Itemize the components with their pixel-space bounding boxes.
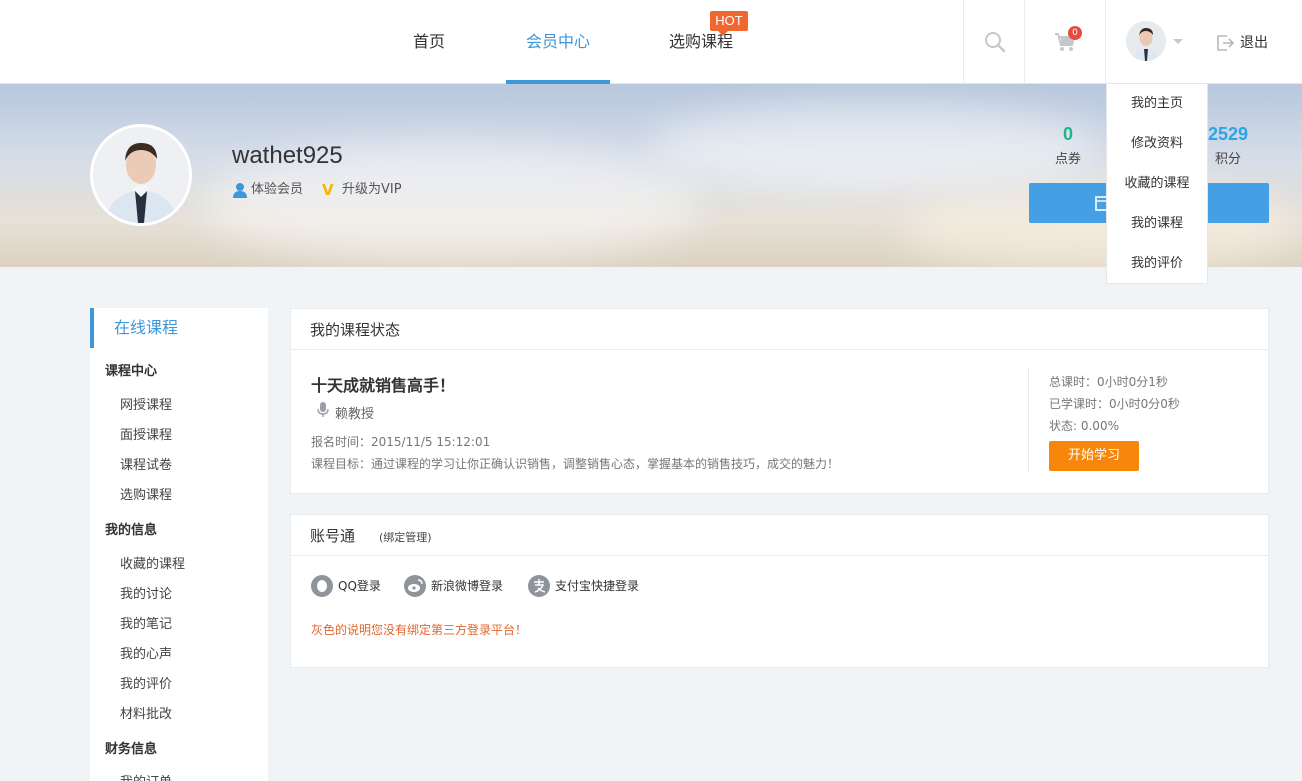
weibo-login[interactable]: 新浪微博登录 xyxy=(404,575,503,597)
learned-time: 已学课时：0小时0分0秒 xyxy=(1049,397,1180,411)
dropdown-my-courses[interactable]: 我的课程 xyxy=(1107,214,1207,234)
upgrade-vip-link[interactable]: V 升级为VIP xyxy=(322,181,402,199)
coupon-value: 0 xyxy=(1063,124,1074,144)
alipay-login-label: 支付宝快捷登录 xyxy=(555,579,640,593)
top-header: 首页 会员中心 选购课程 HOT 0 退出 xyxy=(0,0,1302,84)
binding-notice: 灰色的说明您没有绑定第三方登录平台！ xyxy=(311,623,528,637)
qq-login-label: QQ登录 xyxy=(338,579,381,593)
dropdown-favorite-courses[interactable]: 收藏的课程 xyxy=(1107,174,1207,194)
divider xyxy=(291,349,1268,350)
dropdown-my-home[interactable]: 我的主页 xyxy=(1107,94,1207,114)
start-learning-button[interactable]: 开始学习 xyxy=(1049,441,1139,471)
course-status-panel: 我的课程状态 十天成就销售高手！ 赖教授 报名时间：2015/11/5 15:1… xyxy=(290,308,1269,494)
alipay-icon xyxy=(528,575,550,597)
points-value: 2529 xyxy=(1208,124,1249,144)
dropdown-my-reviews[interactable]: 我的评价 xyxy=(1107,254,1207,274)
nav-home[interactable]: 首页 xyxy=(396,0,462,84)
profile-avatar-image xyxy=(93,127,189,223)
sidebar-item-orders[interactable]: 我的订单 xyxy=(120,771,172,781)
sidebar-item-reviews[interactable]: 我的评价 xyxy=(120,673,172,692)
nav-member-center[interactable]: 会员中心 xyxy=(506,0,610,84)
sidebar-title[interactable]: 在线课程 xyxy=(90,308,268,348)
chevron-down-icon[interactable] xyxy=(1172,38,1184,46)
course-progress-status: 状态: 0.00% xyxy=(1049,419,1119,433)
alipay-login[interactable]: 支付宝快捷登录 xyxy=(528,575,639,597)
signup-time: 报名时间：2015/11/5 15:12:01 xyxy=(311,435,491,449)
dropdown-edit-profile[interactable]: 修改资料 xyxy=(1107,134,1207,154)
user-icon xyxy=(233,183,247,198)
search-button[interactable] xyxy=(963,0,1025,84)
total-time: 总课时：0小时0分1秒 xyxy=(1049,375,1168,389)
profile-avatar xyxy=(90,124,192,226)
member-type-label: 体验会员 xyxy=(251,182,304,197)
logout-label: 退出 xyxy=(1240,35,1268,51)
course-teacher: 赖教授 xyxy=(335,407,375,422)
weibo-login-label: 新浪微博登录 xyxy=(431,579,504,593)
account-title: 账号通 xyxy=(310,527,356,545)
cart-count-badge: 0 xyxy=(1068,26,1082,40)
sidebar-item-course-exams[interactable]: 课程试卷 xyxy=(120,454,172,473)
microphone-icon xyxy=(317,402,329,417)
search-icon xyxy=(985,32,1006,53)
qq-icon xyxy=(311,575,333,597)
avatar-image xyxy=(1126,21,1166,61)
sidebar-item-online-courses[interactable]: 网授课程 xyxy=(120,394,172,413)
sidebar-item-material-review[interactable]: 材料批改 xyxy=(120,703,172,722)
account-binding-panel: 账号通 (绑定管理) QQ登录 新浪微博登录 支付宝快捷登录 灰色的说明您没有绑… xyxy=(290,514,1269,668)
qq-login[interactable]: QQ登录 xyxy=(311,575,381,597)
sidebar-group-finance: 财务信息 xyxy=(105,742,158,757)
sidebar-item-notes[interactable]: 我的笔记 xyxy=(120,613,172,632)
divider xyxy=(291,555,1268,556)
course-status-title: 我的课程状态 xyxy=(310,321,401,339)
upgrade-vip-label: 升级为VIP xyxy=(342,182,402,197)
logout-icon xyxy=(1217,35,1235,51)
header-divider xyxy=(1105,0,1106,84)
sidebar-item-buy-courses[interactable]: 选购课程 xyxy=(120,484,172,503)
weibo-icon xyxy=(404,575,426,597)
sidebar-item-offline-courses[interactable]: 面授课程 xyxy=(120,424,172,443)
member-type: 体验会员 xyxy=(232,181,303,199)
points-label: 积分 xyxy=(1215,152,1242,167)
cart-button[interactable] xyxy=(1024,0,1106,84)
sidebar: 在线课程 课程中心 网授课程 面授课程 课程试卷 选购课程 我的信息 收藏的课程… xyxy=(90,308,268,781)
course-goal: 课程目标：通过课程的学习让你正确认识销售，调整销售心态，掌握基本的销售技巧，成交… xyxy=(311,457,840,471)
user-dropdown-menu: 我的主页 修改资料 收藏的课程 我的课程 我的评价 xyxy=(1106,84,1208,284)
sidebar-item-discussions[interactable]: 我的讨论 xyxy=(120,583,172,602)
vip-icon: V xyxy=(322,181,334,199)
coupon-label: 点券 xyxy=(1055,152,1082,167)
sidebar-group-my-info: 我的信息 xyxy=(105,523,158,538)
sidebar-group-course-center: 课程中心 xyxy=(105,364,158,379)
user-avatar[interactable] xyxy=(1126,21,1166,61)
sidebar-item-voice[interactable]: 我的心声 xyxy=(120,643,172,662)
course-name[interactable]: 十天成就销售高手！ xyxy=(311,372,455,396)
sidebar-item-favorites[interactable]: 收藏的课程 xyxy=(120,553,185,572)
profile-username: wathet925 xyxy=(232,142,343,169)
logout-button[interactable]: 退出 xyxy=(1215,32,1268,54)
hot-badge: HOT xyxy=(710,11,748,36)
vertical-divider xyxy=(1028,369,1029,471)
binding-management-link[interactable]: (绑定管理) xyxy=(379,529,432,545)
